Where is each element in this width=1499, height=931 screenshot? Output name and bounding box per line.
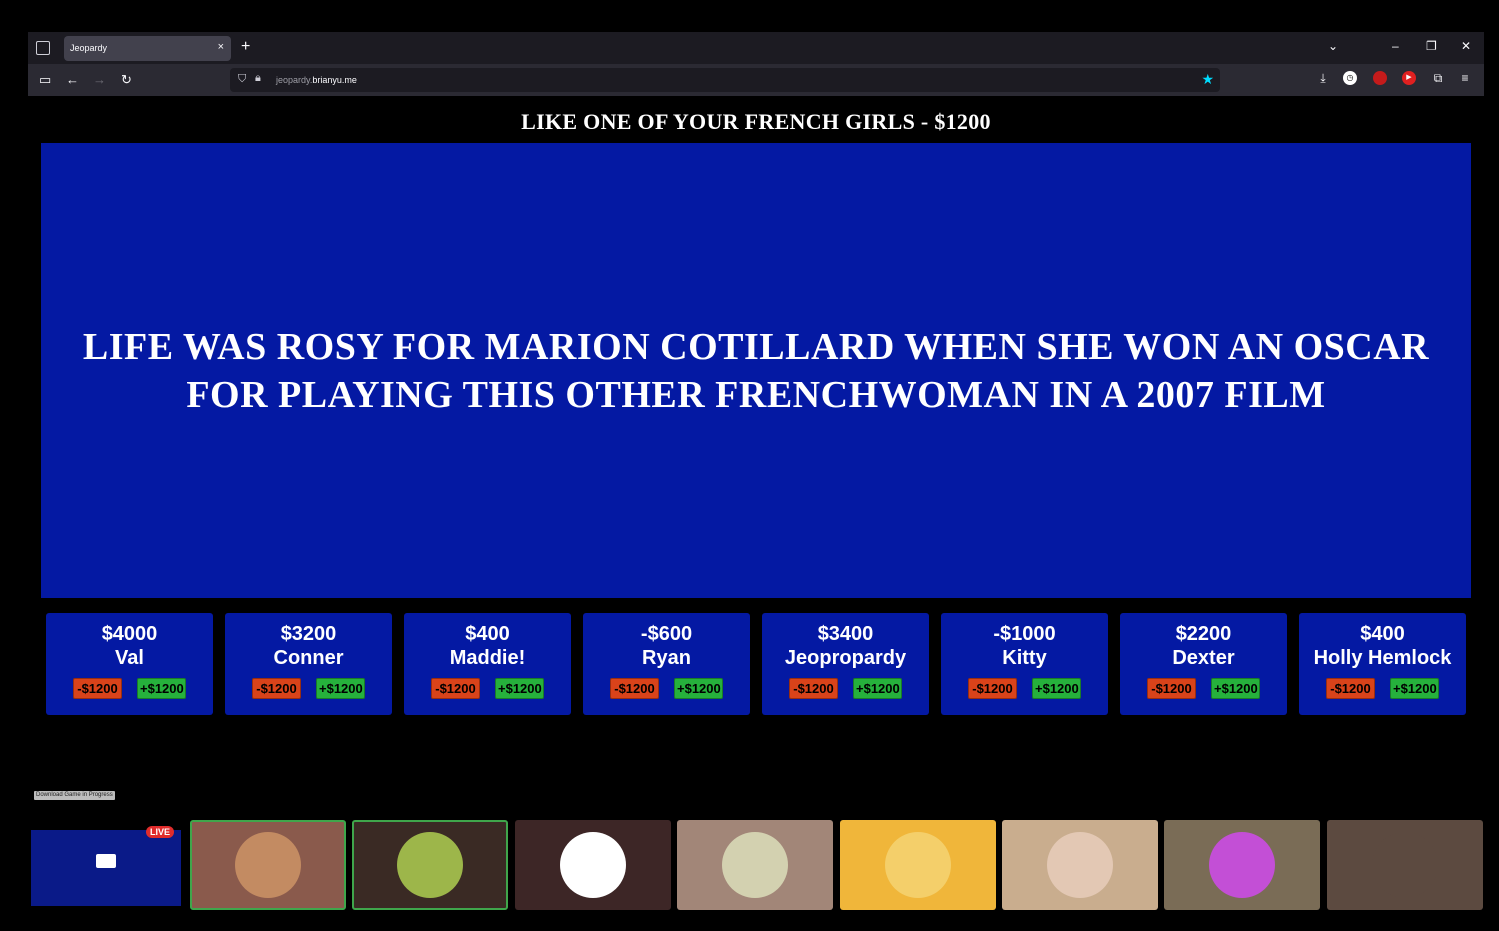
player-name: Jeopropardy — [784, 647, 907, 669]
player-score: $400 — [1360, 623, 1405, 645]
tab-jeopardy[interactable]: Jeopardy × — [64, 36, 231, 61]
player-card: $3200 Conner -$1200 +$1200 — [225, 613, 392, 715]
clue-text: LIFE WAS ROSY FOR MARION COTILLARD WHEN … — [82, 325, 1430, 416]
award-button[interactable]: +$1200 — [316, 678, 365, 699]
lock-icon[interactable]: 🔒︎ — [255, 72, 261, 85]
award-button[interactable]: +$1200 — [137, 678, 186, 699]
participant-avatar — [397, 832, 464, 898]
award-button[interactable]: +$1200 — [1390, 678, 1439, 699]
participant-avatar — [1371, 832, 1438, 898]
close-window-icon[interactable]: ✕ — [1461, 39, 1471, 53]
player-name: Kitty — [1002, 647, 1047, 669]
participant-tile[interactable] — [352, 820, 509, 910]
participant-tile[interactable] — [1002, 820, 1158, 910]
participant-tile[interactable] — [1164, 820, 1321, 910]
download-game-link[interactable]: Download Game in Progress — [34, 791, 115, 800]
deduct-button[interactable]: -$1200 — [968, 678, 1017, 699]
deduct-button[interactable]: -$1200 — [1326, 678, 1375, 699]
screen-share-icon — [96, 854, 116, 868]
extension-ublock-icon[interactable] — [1373, 71, 1387, 85]
player-name: Maddie! — [449, 647, 526, 669]
participant-avatar — [1047, 832, 1113, 898]
player-name: Ryan — [642, 647, 691, 669]
url-text[interactable]: jeopardy.brianyu.me — [276, 75, 357, 85]
participant-tile[interactable] — [514, 820, 671, 910]
clue-board: LIFE WAS ROSY FOR MARION COTILLARD WHEN … — [41, 143, 1471, 598]
bookmark-star-icon[interactable]: ★ — [1201, 71, 1214, 88]
tab-title: Jeopardy — [70, 43, 108, 53]
tracking-shield-icon[interactable]: ⛉ — [238, 73, 246, 86]
new-tab-button[interactable]: + — [241, 38, 250, 56]
extensions-puzzle-icon[interactable]: ⧉ — [1431, 71, 1445, 85]
reload-icon[interactable]: ↻ — [121, 72, 132, 88]
player-name: Val — [115, 647, 144, 669]
category-header: LIKE ONE OF YOUR FRENCH GIRLS - $1200 — [521, 109, 991, 134]
player-score: $3400 — [817, 623, 874, 645]
video-strip: LIVE — [28, 820, 1484, 910]
award-button[interactable]: +$1200 — [853, 678, 902, 699]
extension-clock-icon[interactable]: ◷ — [1343, 71, 1357, 85]
screen-share-tile[interactable]: LIVE — [28, 820, 184, 910]
live-badge: LIVE — [146, 826, 175, 838]
player-score: -$600 — [640, 623, 693, 645]
player-card: $4000 Val -$1200 +$1200 — [46, 613, 213, 715]
tab-list-chevron-icon[interactable]: ⌄ — [1328, 39, 1338, 53]
participant-avatar — [559, 832, 626, 898]
award-button[interactable]: +$1200 — [1032, 678, 1081, 699]
player-card: $2200 Dexter -$1200 +$1200 — [1120, 613, 1287, 715]
player-score: $4000 — [101, 623, 158, 645]
participant-avatar — [1209, 832, 1276, 898]
screen-share-preview — [31, 830, 181, 906]
deduct-button[interactable]: -$1200 — [73, 678, 122, 699]
deduct-button[interactable]: -$1200 — [789, 678, 838, 699]
award-button[interactable]: +$1200 — [674, 678, 723, 699]
participant-tile[interactable] — [1326, 820, 1483, 910]
player-card: $400 Holly Hemlock -$1200 +$1200 — [1299, 613, 1466, 715]
participant-avatar — [235, 832, 301, 898]
participant-tile[interactable] — [190, 820, 346, 910]
menu-icon[interactable]: ≡ — [1458, 71, 1472, 85]
downloads-icon[interactable]: ⤓ — [1316, 71, 1330, 85]
player-card: -$600 Ryan -$1200 +$1200 — [583, 613, 750, 715]
player-card: $400 Maddie! -$1200 +$1200 — [404, 613, 571, 715]
close-tab-icon[interactable]: × — [218, 41, 224, 53]
player-card: $3400 Jeopropardy -$1200 +$1200 — [762, 613, 929, 715]
deduct-button[interactable]: -$1200 — [1147, 678, 1196, 699]
players-row: $4000 Val -$1200 +$1200 $3200 Conner -$1… — [46, 613, 1466, 715]
restore-icon[interactable]: ❐ — [1426, 39, 1437, 53]
player-score: $2200 — [1175, 623, 1232, 645]
participant-avatar — [722, 832, 789, 898]
browser-window: Jeopardy × + ⌄ – ❐ ✕ ▭ ← → ↻ ⛉ 🔒︎ jeopar… — [28, 32, 1484, 96]
player-score: -$1000 — [993, 623, 1056, 645]
participant-tile[interactable] — [839, 820, 996, 910]
tab-bar: Jeopardy × + ⌄ – ❐ ✕ — [28, 32, 1484, 64]
back-icon[interactable]: ← — [66, 72, 79, 87]
deduct-button[interactable]: -$1200 — [431, 678, 480, 699]
minimize-icon[interactable]: – — [1392, 39, 1399, 53]
extension-youtube-icon[interactable]: ▶ — [1402, 71, 1416, 85]
player-card: -$1000 Kitty -$1200 +$1200 — [941, 613, 1108, 715]
participant-avatar — [884, 832, 951, 898]
url-bar[interactable]: ⛉ 🔒︎ jeopardy.brianyu.me ★ — [230, 68, 1220, 92]
deduct-button[interactable]: -$1200 — [610, 678, 659, 699]
award-button[interactable]: +$1200 — [1211, 678, 1260, 699]
award-button[interactable]: +$1200 — [495, 678, 544, 699]
player-score: $400 — [465, 623, 510, 645]
deduct-button[interactable]: -$1200 — [252, 678, 301, 699]
forward-icon[interactable]: → — [93, 72, 106, 87]
player-score: $3200 — [280, 623, 337, 645]
player-name: Holly Hemlock — [1313, 647, 1452, 669]
participant-tile[interactable] — [677, 820, 834, 910]
tab-overview-icon[interactable] — [36, 41, 50, 55]
player-name: Conner — [273, 647, 344, 669]
player-name: Dexter — [1172, 647, 1235, 669]
sidebar-icon[interactable]: ▭ — [39, 72, 51, 88]
nav-bar: ▭ ← → ↻ ⛉ 🔒︎ jeopardy.brianyu.me ★ ⤓ ◷ ▶… — [28, 64, 1484, 96]
